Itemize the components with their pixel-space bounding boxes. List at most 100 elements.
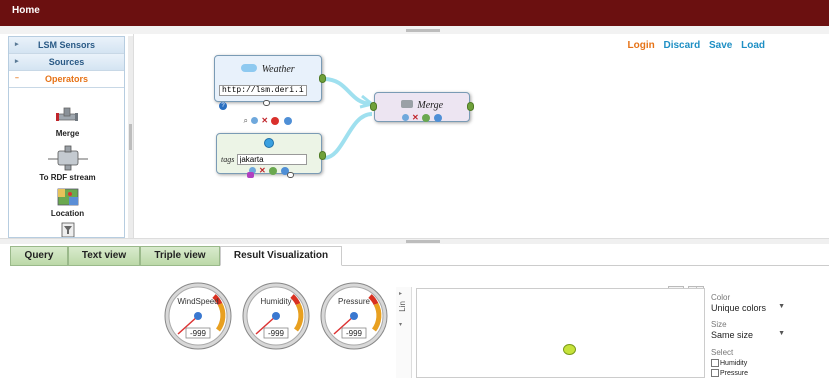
refresh-icon[interactable] — [434, 113, 443, 122]
checkbox-pressure[interactable]: Pressure — [711, 369, 748, 377]
edit-icon[interactable] — [401, 114, 409, 122]
close-icon[interactable]: ✕ — [412, 113, 419, 122]
tab-result-visualization[interactable]: Result Visualization — [220, 246, 342, 266]
gauge-row: WindSpeed -999 Humidity -999 Pressure -9… — [162, 282, 394, 350]
edit-icon[interactable] — [251, 117, 259, 125]
output-port[interactable] — [319, 151, 326, 160]
stop-icon[interactable] — [271, 116, 280, 125]
color-select-value: Unique colors — [711, 303, 767, 313]
url-input[interactable] — [219, 85, 307, 96]
checkbox-humidity[interactable]: Humidity — [711, 359, 747, 367]
minus-icon: – — [15, 75, 19, 82]
splitter-grip[interactable] — [129, 124, 132, 150]
pipe-merge-icon — [55, 107, 78, 121]
sidebar-section-operators[interactable]: – Operators — [9, 71, 124, 88]
run-icon[interactable] — [421, 113, 430, 122]
chevron-right-icon: ▸ — [15, 41, 19, 48]
tags-row: tags — [221, 154, 317, 165]
section-label: Operators — [44, 74, 88, 84]
node-title: Merge — [417, 100, 444, 111]
tags-node[interactable]: tags ✕ — [216, 133, 326, 178]
gauge-value: -999 — [345, 329, 362, 338]
cloud-icon — [241, 63, 258, 72]
gauge-windspeed: WindSpeed -999 — [162, 282, 234, 350]
tab-query[interactable]: Query — [10, 246, 68, 266]
close-icon[interactable]: ✕ — [259, 166, 266, 175]
gauge-label: WindSpeed — [177, 297, 219, 306]
bottom-port[interactable] — [263, 100, 270, 106]
node-actions: ⌕ ✕ — [215, 116, 321, 126]
node-header: Merge — [375, 95, 469, 113]
home-tab[interactable]: Home — [6, 3, 46, 19]
operator-label: Location — [50, 209, 85, 218]
input-port[interactable] — [370, 102, 377, 111]
tags-input[interactable] — [236, 154, 307, 165]
top-gutter — [0, 26, 829, 34]
chevron-icon[interactable]: ▾ — [399, 321, 402, 328]
gauge-dial — [242, 282, 310, 350]
pipe-merge-icon — [400, 99, 413, 108]
gauge-dial — [320, 282, 388, 350]
size-select[interactable]: Same size ▼ — [711, 330, 789, 344]
plot-area[interactable] — [416, 288, 705, 378]
checkbox-label: Pressure — [720, 369, 749, 377]
operator-next[interactable] — [9, 222, 124, 237]
gauge-value: -999 — [189, 329, 206, 338]
size-label: Size — [711, 320, 727, 329]
size-select-value: Same size — [711, 330, 754, 340]
collapsed-side-panel[interactable]: ▸ Lin ▾ — [396, 287, 412, 378]
chevron-icon[interactable]: ▸ — [399, 290, 402, 297]
color-select[interactable]: Unique colors ▼ — [711, 303, 789, 317]
gauge-dial — [164, 282, 232, 350]
sidebar-section-sources[interactable]: ▸ Sources — [9, 54, 124, 71]
top-splitter-grip[interactable] — [406, 29, 440, 32]
pipe-converter-icon — [47, 145, 88, 171]
data-point[interactable] — [563, 344, 576, 355]
checkbox-box[interactable] — [711, 369, 719, 377]
tag-icon — [264, 138, 274, 148]
checkbox-box[interactable] — [711, 359, 719, 367]
run-icon[interactable] — [268, 166, 277, 175]
operator-to-rdf-stream[interactable]: To RDF stream — [9, 145, 124, 182]
output-port[interactable] — [319, 74, 326, 83]
result-tabs: Query Text view Triple view Result Visua… — [10, 246, 829, 266]
checkbox-label: Humidity — [720, 359, 748, 367]
operator-location[interactable]: Location — [9, 187, 124, 218]
url-row: ? — [219, 79, 317, 115]
gauge-value: -999 — [267, 329, 284, 338]
node-header: Weather — [215, 59, 321, 77]
operator-label: Merge — [55, 129, 80, 138]
merge-node[interactable]: Merge ✕ — [370, 92, 474, 122]
side-panel-label: Lin — [398, 301, 407, 312]
help-icon[interactable]: ? — [219, 101, 227, 110]
section-label: Sources — [48, 57, 85, 67]
section-label: LSM Sensors — [37, 40, 95, 50]
tags-label: tags — [221, 155, 235, 164]
bottom-port-left[interactable] — [247, 172, 254, 178]
close-icon[interactable]: ✕ — [261, 116, 268, 125]
color-label: Color — [711, 293, 731, 302]
gauge-label: Humidity — [260, 297, 292, 306]
top-bar: Home — [0, 0, 829, 26]
node-actions: ✕ — [217, 166, 321, 175]
horizontal-splitter[interactable] — [0, 238, 829, 244]
chevron-right-icon: ▸ — [15, 58, 19, 65]
gauge-label: Pressure — [337, 297, 370, 306]
refresh-icon[interactable] — [283, 116, 292, 125]
filter-icon — [61, 222, 74, 237]
sidebar-section-lsm-sensors[interactable]: ▸ LSM Sensors — [9, 37, 124, 54]
output-port[interactable] — [467, 102, 474, 111]
map-icon — [57, 188, 78, 206]
tab-text-view[interactable]: Text view — [68, 246, 140, 266]
operator-label: To RDF stream — [39, 173, 96, 182]
search-icon[interactable]: ⌕ — [243, 116, 247, 125]
node-actions: ✕ — [375, 113, 469, 122]
select-label: Select — [711, 348, 734, 357]
splitter-grip[interactable] — [406, 240, 440, 243]
tab-triple-view[interactable]: Triple view — [140, 246, 220, 266]
bottom-port-right[interactable] — [287, 172, 294, 178]
sidebar: ▸ LSM Sensors ▸ Sources – Operators Merg… — [8, 36, 125, 238]
operator-merge[interactable]: Merge — [9, 105, 124, 138]
weather-node[interactable]: Weather ? ⌕ ✕ — [214, 55, 326, 125]
pipe-canvas[interactable]: Login Discard Save Load Weather ? ⌕ ✕ — [133, 34, 829, 238]
